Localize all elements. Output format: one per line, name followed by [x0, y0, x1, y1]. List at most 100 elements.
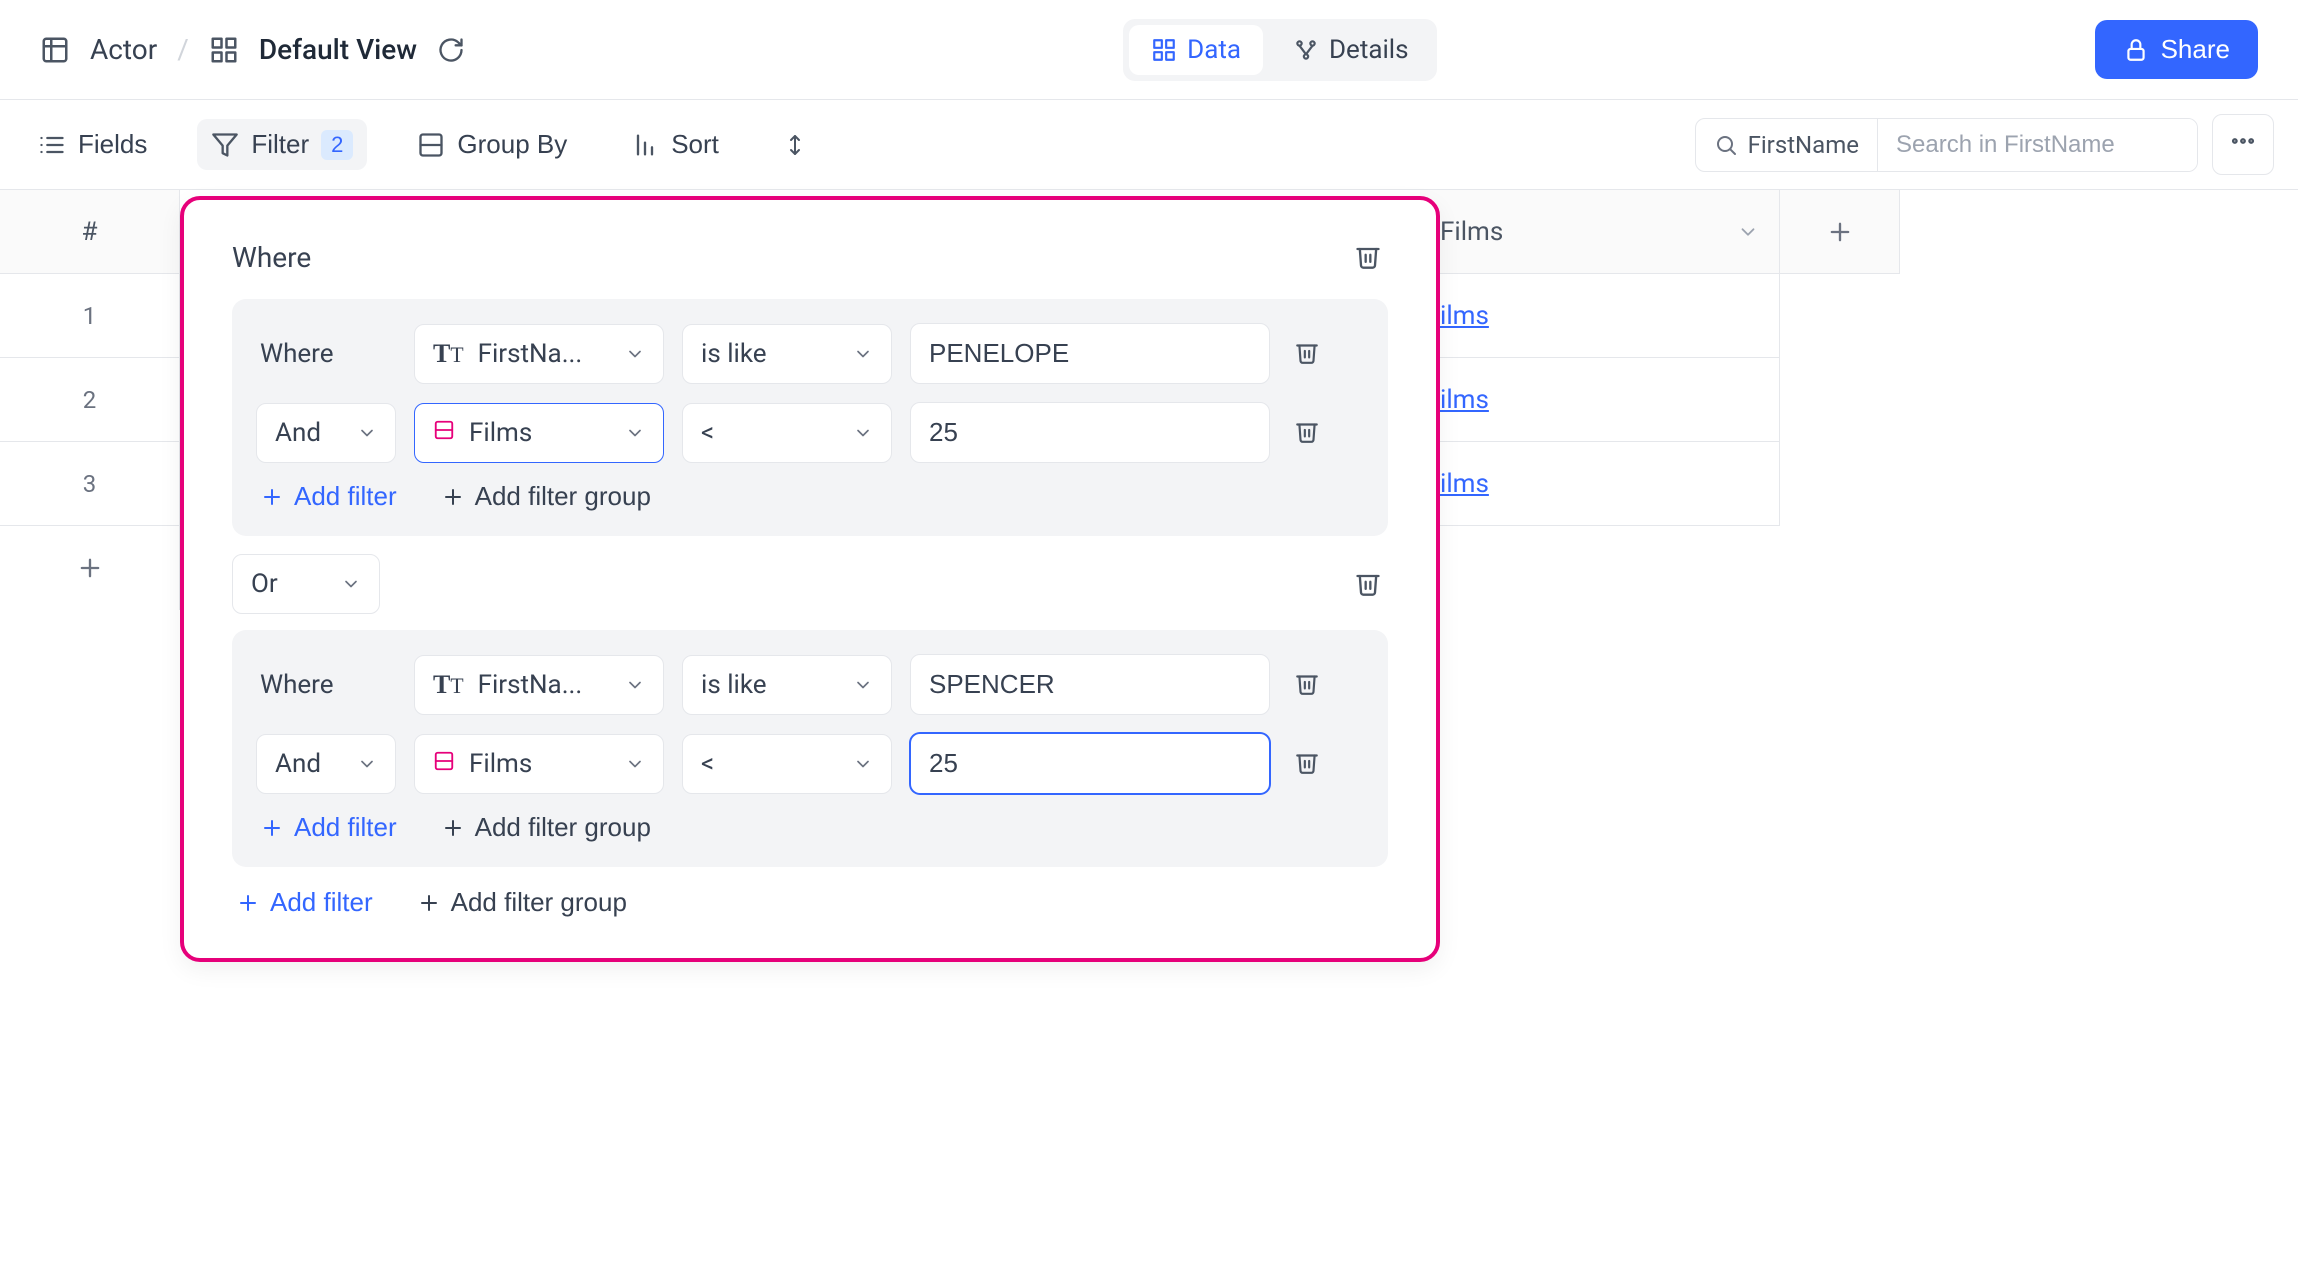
delete-row-button[interactable] — [1288, 333, 1326, 374]
trash-icon — [1294, 749, 1320, 775]
expand-vertical-icon — [783, 133, 807, 157]
table-icon — [40, 35, 70, 65]
plus-icon — [236, 891, 260, 915]
field-label: Films — [469, 749, 532, 779]
filter-button[interactable]: Filter 2 — [197, 119, 367, 170]
topbar: Actor / Default View Data Details Share — [0, 0, 2298, 100]
chevron-down-icon — [341, 574, 361, 594]
column-header-films[interactable]: Films — [1420, 190, 1780, 274]
films-cell[interactable]: ilms — [1420, 358, 1780, 442]
more-horizontal-icon — [2229, 127, 2257, 155]
operator-dropdown[interactable]: is like — [682, 655, 892, 715]
add-filter-group-button[interactable]: Add filter group — [441, 481, 651, 512]
field-dropdown-films[interactable]: Films — [414, 734, 664, 794]
or-logic-row: Or — [232, 554, 1388, 614]
segment-data-label: Data — [1187, 35, 1241, 65]
add-row-button[interactable] — [0, 526, 179, 610]
operator-dropdown[interactable]: is like — [682, 324, 892, 384]
breadcrumb: Actor / Default View — [40, 33, 465, 66]
delete-row-button[interactable] — [1288, 664, 1326, 705]
group-by-button[interactable]: Group By — [403, 119, 581, 170]
add-filter-group-button[interactable]: Add filter group — [417, 887, 627, 918]
filter-group-1: Where TT FirstNa... is like And — [232, 299, 1388, 536]
group-add-links: Add filter Add filter group — [256, 481, 1364, 512]
segment-data[interactable]: Data — [1129, 25, 1263, 75]
logic-dropdown[interactable]: And — [256, 403, 396, 463]
delete-group-button[interactable] — [1348, 236, 1388, 279]
add-filter-button[interactable]: Add filter — [260, 481, 397, 512]
chevron-down-icon — [853, 675, 873, 695]
sort-button[interactable]: Sort — [617, 119, 733, 170]
more-button[interactable] — [2212, 114, 2274, 175]
refresh-icon[interactable] — [437, 36, 465, 64]
filter-value-input[interactable] — [910, 323, 1270, 384]
filter-label: Filter — [251, 129, 309, 160]
search-input[interactable] — [1877, 119, 2197, 171]
films-cell[interactable]: ilms — [1420, 274, 1780, 358]
fields-button[interactable]: Fields — [24, 119, 161, 170]
add-filter-button[interactable]: Add filter — [236, 887, 373, 918]
add-filter-group-button[interactable]: Add filter group — [441, 812, 651, 843]
sort-label: Sort — [671, 129, 719, 160]
group-add-links: Add filter Add filter group — [256, 812, 1364, 843]
outer-logic-dropdown[interactable]: Or — [232, 554, 380, 614]
operator-dropdown[interactable]: < — [682, 403, 892, 463]
group-icon — [417, 131, 445, 159]
plus-icon — [76, 554, 104, 582]
filter-value-input[interactable] — [910, 654, 1270, 715]
text-type-icon: TT — [433, 670, 464, 700]
operator-label: < — [701, 418, 714, 448]
trash-icon — [1354, 242, 1382, 270]
share-button[interactable]: Share — [2095, 20, 2258, 79]
operator-label: is like — [701, 339, 767, 369]
segment-details[interactable]: Details — [1271, 25, 1431, 75]
delete-group-button[interactable] — [1348, 563, 1388, 606]
row-height-button[interactable] — [769, 123, 821, 167]
details-icon — [1293, 37, 1319, 63]
row-number[interactable]: 3 — [0, 442, 179, 526]
add-filter-label: Add filter — [294, 481, 397, 512]
row-number[interactable]: 2 — [0, 358, 179, 442]
logic-label: And — [275, 749, 321, 779]
filter-value-input[interactable] — [910, 402, 1270, 463]
chevron-down-icon — [357, 423, 377, 443]
chevron-down-icon — [625, 675, 645, 695]
add-filter-button[interactable]: Add filter — [260, 812, 397, 843]
breadcrumb-separator: / — [177, 33, 189, 66]
chevron-down-icon — [853, 754, 873, 774]
filter-group-2: Where TT FirstNa... is like And — [232, 630, 1388, 867]
filter-value-input-focused[interactable] — [910, 733, 1270, 794]
row-number-header: # — [0, 190, 179, 274]
add-filter-label: Add filter — [270, 887, 373, 918]
or-label: Or — [251, 569, 278, 599]
logic-dropdown[interactable]: And — [256, 734, 396, 794]
trash-icon — [1294, 670, 1320, 696]
popover-footer-links: Add filter Add filter group — [232, 887, 1388, 918]
field-dropdown[interactable]: TT FirstNa... — [414, 324, 664, 384]
add-column-button[interactable] — [1780, 190, 1900, 274]
field-label: FirstNa... — [478, 670, 583, 700]
operator-dropdown[interactable]: < — [682, 734, 892, 794]
group-by-label: Group By — [457, 129, 567, 160]
chevron-down-icon — [625, 344, 645, 364]
share-label: Share — [2161, 34, 2230, 65]
plus-icon — [260, 816, 284, 840]
search-field-selector[interactable]: FirstName — [1696, 119, 1877, 171]
field-dropdown[interactable]: TT FirstNa... — [414, 655, 664, 715]
breadcrumb-view[interactable]: Default View — [259, 33, 417, 66]
plus-icon — [417, 891, 441, 915]
toolbar-left: Fields Filter 2 Group By Sort — [24, 119, 821, 170]
add-filter-label: Add filter — [294, 812, 397, 843]
grid-view-icon — [209, 35, 239, 65]
breadcrumb-table[interactable]: Actor — [90, 33, 157, 66]
plus-icon — [441, 485, 465, 509]
delete-row-button[interactable] — [1288, 743, 1326, 784]
where-label: Where — [232, 241, 311, 274]
row-number[interactable]: 1 — [0, 274, 179, 358]
chevron-down-icon — [1737, 221, 1759, 243]
link-icon — [433, 418, 455, 448]
delete-row-button[interactable] — [1288, 412, 1326, 453]
search-icon — [1714, 133, 1738, 157]
films-cell[interactable]: ilms — [1420, 442, 1780, 526]
field-dropdown-films[interactable]: Films — [414, 403, 664, 463]
